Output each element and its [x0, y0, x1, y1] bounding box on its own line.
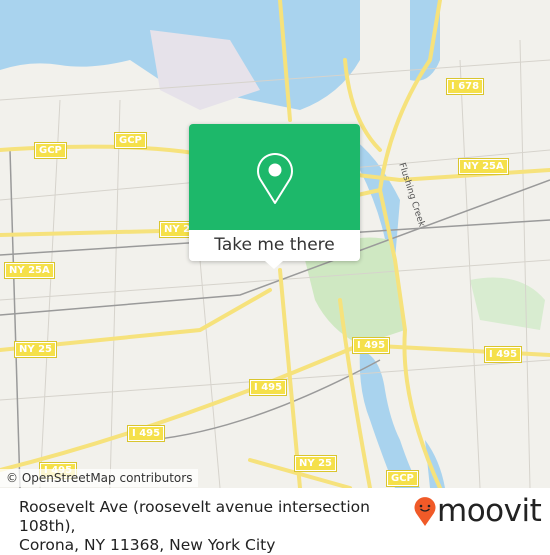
- address: Roosevelt Ave (roosevelt avenue intersec…: [19, 498, 409, 555]
- shield-i495: I 495: [351, 337, 391, 354]
- shield-ny25a: NY 25A: [458, 158, 509, 175]
- brand-name: moovit: [437, 493, 542, 529]
- map-view[interactable]: I 678 GCP GCP NY 25A NY 25A NY 25A NY 25…: [0, 0, 550, 488]
- location-popup: Take me there: [189, 124, 360, 269]
- shield-i495: I 495: [126, 425, 166, 442]
- shield-ny25a: NY 25A: [4, 262, 55, 279]
- address-line-1: Roosevelt Ave (roosevelt avenue intersec…: [19, 498, 370, 535]
- shield-i678: I 678: [445, 78, 485, 95]
- park-east: [470, 277, 545, 330]
- water-meadow-lake: [359, 350, 420, 488]
- shield-gcp: GCP: [114, 132, 147, 149]
- footer: Roosevelt Ave (roosevelt avenue intersec…: [0, 488, 550, 554]
- take-me-there-button[interactable]: Take me there: [189, 230, 360, 261]
- shield-gcp: GCP: [386, 470, 419, 487]
- moovit-logo: moovit: [413, 493, 542, 529]
- popup-pointer: [265, 261, 283, 269]
- location-pin-icon: [257, 153, 293, 204]
- popup-header: [189, 124, 360, 230]
- shield-ny25: NY 25: [13, 341, 58, 358]
- shield-ny25: NY 25: [293, 455, 338, 472]
- shield-i495: I 495: [483, 346, 523, 363]
- shield-gcp: GCP: [34, 142, 67, 159]
- moovit-pin-icon: [414, 497, 436, 526]
- address-line-2: Corona, NY 11368, New York City: [19, 536, 276, 554]
- shield-i495: I 495: [248, 379, 288, 396]
- osm-attribution[interactable]: © OpenStreetMap contributors: [0, 469, 199, 487]
